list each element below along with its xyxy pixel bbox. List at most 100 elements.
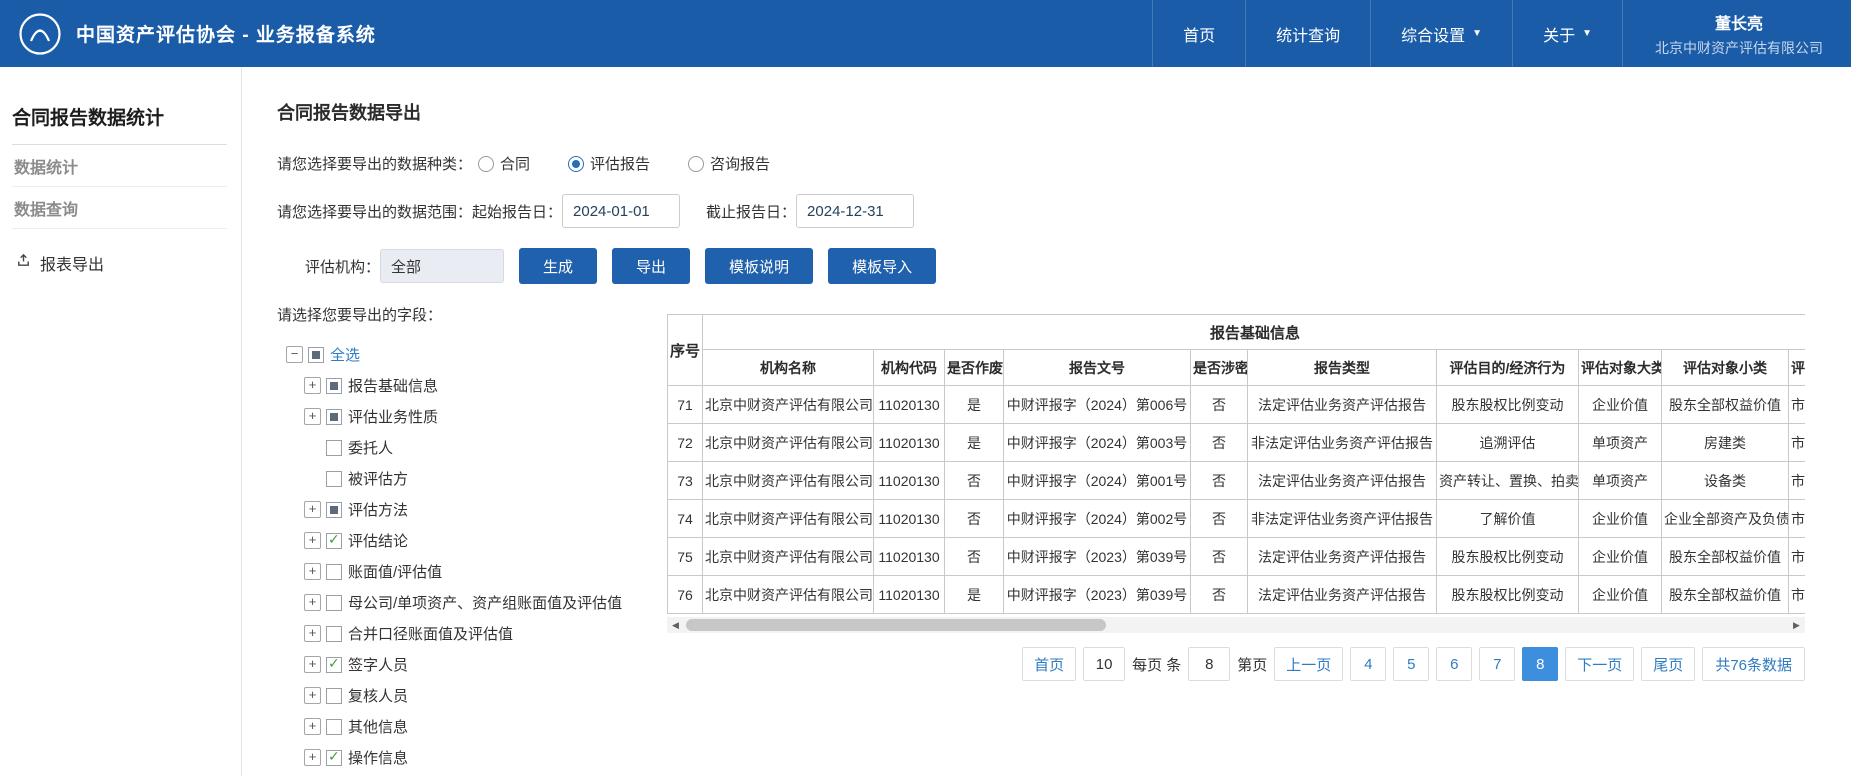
tree-node-label: 母公司/单项资产、资产组账面值及评估值 (348, 592, 622, 613)
scrollbar-track[interactable] (684, 617, 1788, 633)
checkbox-partial[interactable] (326, 378, 342, 394)
template-import-button[interactable]: 模板导入 (828, 248, 936, 284)
nav-item-settings[interactable]: 综合设置▼ (1370, 0, 1512, 67)
checkbox-partial[interactable] (308, 347, 324, 363)
checkbox-unchecked[interactable] (326, 719, 342, 735)
template-help-button[interactable]: 模板说明 (705, 248, 813, 284)
sidebar-item-data-stats[interactable]: 数据统计 (12, 145, 227, 187)
field-tree: −全选+报告基础信息+评估业务性质委托人被评估方+评估方法+评估结论+账面值/评… (277, 339, 667, 773)
end-date-input[interactable] (796, 194, 914, 228)
radio-consulting-report[interactable]: 咨询报告 (688, 153, 770, 174)
cell: 非法定评估业务资产评估报告 (1248, 424, 1437, 462)
sidebar-item-data-query[interactable]: 数据查询 (12, 187, 227, 229)
generate-button[interactable]: 生成 (519, 248, 597, 284)
expand-icon[interactable]: + (304, 594, 321, 611)
checkbox-unchecked[interactable] (326, 564, 342, 580)
table-row[interactable]: 75北京中财资产评估有限公司11020130否中财评报字（2023）第039号否… (668, 538, 1806, 576)
table-row[interactable]: 74北京中财资产评估有限公司11020130否中财评报字（2024）第002号否… (668, 500, 1806, 538)
expand-icon[interactable]: + (304, 718, 321, 735)
cell: 单项资产 (1579, 462, 1662, 500)
checkbox-unchecked[interactable] (326, 688, 342, 704)
checkbox-unchecked[interactable] (326, 595, 342, 611)
cell: 中财评报字（2024）第006号 (1004, 386, 1191, 424)
scrollbar-thumb[interactable] (686, 619, 1106, 631)
checkbox-unchecked[interactable] (326, 626, 342, 642)
scroll-right-icon[interactable]: ▶ (1788, 620, 1805, 631)
nav-item-stats-query[interactable]: 统计查询 (1245, 0, 1370, 67)
tree-node[interactable]: +评估结论 (277, 525, 667, 556)
cell: 法定评估业务资产评估报告 (1248, 462, 1437, 500)
tree-node-label: 操作信息 (348, 747, 408, 768)
tree-node[interactable]: +报告基础信息 (277, 370, 667, 401)
agency-row: 评估机构： 生成导出模板说明模板导入 (277, 248, 1851, 284)
sidebar-item-report-export[interactable]: 报表导出 (12, 251, 227, 275)
tree-node[interactable]: + 母公司/单项资产、资产组账面值及评估值 (277, 587, 667, 618)
cell: 11020130 (874, 576, 945, 614)
checkbox-checked[interactable] (326, 750, 342, 766)
collapse-icon[interactable]: − (286, 346, 303, 363)
table-row[interactable]: 71北京中财资产评估有限公司11020130是中财评报字（2024）第006号否… (668, 386, 1806, 424)
page-number-input[interactable] (1188, 647, 1230, 681)
expand-icon[interactable]: + (304, 563, 321, 580)
table-row[interactable]: 76北京中财资产评估有限公司11020130是中财评报字（2023）第039号否… (668, 576, 1806, 614)
expand-icon[interactable]: + (304, 656, 321, 673)
radio-label: 咨询报告 (710, 153, 770, 174)
tree-node[interactable]: +签字人员 (277, 649, 667, 680)
nav-item-about[interactable]: 关于▼ (1512, 0, 1622, 67)
checkbox-checked[interactable] (326, 533, 342, 549)
tree-node[interactable]: +评估方法 (277, 494, 667, 525)
user-block[interactable]: 董长亮 北京中财资产评估有限公司 (1622, 0, 1851, 67)
checkbox-partial[interactable] (326, 502, 342, 518)
agency-input[interactable] (380, 249, 504, 283)
tree-node[interactable]: +合并口径账面值及评估值 (277, 618, 667, 649)
cell-index: 76 (668, 576, 703, 614)
expand-icon[interactable]: + (304, 687, 321, 704)
tree-node[interactable]: +账面值/评估值 (277, 556, 667, 587)
start-date-input[interactable] (562, 194, 680, 228)
export-button[interactable]: 导出 (612, 248, 690, 284)
checkbox-checked[interactable] (326, 657, 342, 673)
page-size-input[interactable] (1083, 647, 1125, 681)
table-row[interactable]: 72北京中财资产评估有限公司11020130是中财评报字（2024）第003号否… (668, 424, 1806, 462)
pagination-page-4[interactable]: 4 (1350, 647, 1386, 681)
nav-item-label: 综合设置 (1401, 22, 1465, 46)
pagination-next-button[interactable]: 下一页 (1565, 647, 1634, 681)
checkbox-unchecked[interactable] (326, 471, 342, 487)
expand-icon[interactable]: + (304, 408, 321, 425)
checkbox-unchecked[interactable] (326, 440, 342, 456)
expand-icon[interactable]: + (304, 501, 321, 518)
pagination-page-8[interactable]: 8 (1522, 647, 1558, 681)
expand-icon[interactable]: + (304, 625, 321, 642)
report-table-wrap: 序号报告基础信息机构名称机构代码是否作废报告文号是否涉密报告类型评估目的/经济行… (667, 314, 1805, 614)
pagination-page-6[interactable]: 6 (1436, 647, 1472, 681)
checkbox-partial[interactable] (326, 409, 342, 425)
cell: 11020130 (874, 424, 945, 462)
tree-node[interactable]: +评估业务性质 (277, 401, 667, 432)
expand-icon[interactable]: + (304, 377, 321, 394)
cell: 资产转让、置换、拍卖 (1437, 462, 1579, 500)
radio-contract[interactable]: 合同 (478, 153, 530, 174)
fields-column: 请选择您要导出的字段： −全选+报告基础信息+评估业务性质委托人被评估方+评估方… (277, 304, 667, 773)
cell: 11020130 (874, 386, 945, 424)
tree-node[interactable]: 委托人 (277, 432, 667, 463)
radio-appraisal-report[interactable]: 评估报告 (568, 153, 650, 174)
tree-node[interactable]: +其他信息 (277, 711, 667, 742)
cell: 11020130 (874, 538, 945, 576)
nav-item-label: 关于 (1543, 22, 1575, 46)
tree-node[interactable]: −全选 (277, 339, 667, 370)
tree-node[interactable]: + 操作信息 (277, 742, 667, 773)
pagination-first-button[interactable]: 首页 (1022, 647, 1076, 681)
pagination-page-7[interactable]: 7 (1479, 647, 1515, 681)
pagination-prev-button[interactable]: 上一页 (1274, 647, 1343, 681)
expand-icon[interactable]: + (304, 532, 321, 549)
table-row[interactable]: 73北京中财资产评估有限公司11020130否中财评报字（2024）第001号否… (668, 462, 1806, 500)
scroll-left-icon[interactable]: ◀ (667, 620, 684, 631)
tree-node[interactable]: 被评估方 (277, 463, 667, 494)
tree-node[interactable]: +复核人员 (277, 680, 667, 711)
pagination-page-5[interactable]: 5 (1393, 647, 1429, 681)
pagination-last-button[interactable]: 尾页 (1641, 647, 1695, 681)
action-buttons: 生成导出模板说明模板导入 (504, 248, 936, 284)
horizontal-scrollbar[interactable]: ◀ ▶ (667, 617, 1805, 633)
nav-item-home[interactable]: 首页 (1152, 0, 1245, 67)
expand-icon[interactable]: + (304, 749, 321, 766)
